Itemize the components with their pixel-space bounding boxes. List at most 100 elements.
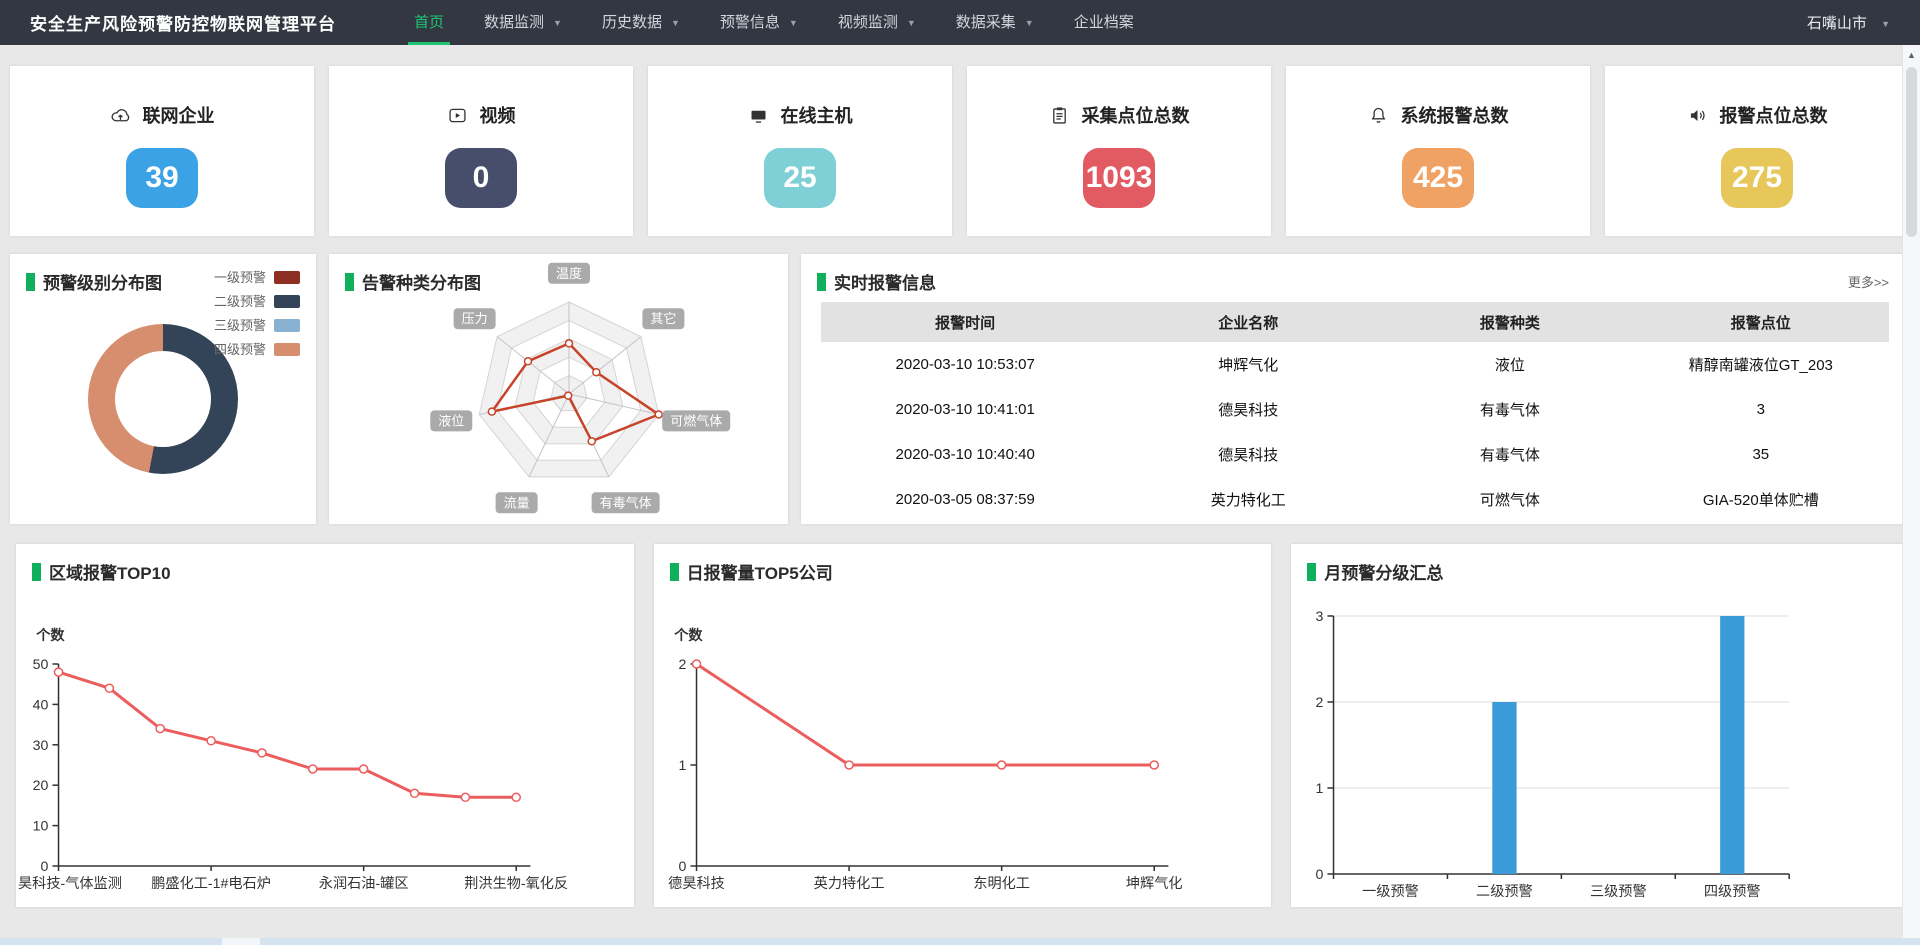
scroll-up-arrow-icon[interactable]: ▲ bbox=[1903, 45, 1920, 60]
radar-axis-label: 可燃气体 bbox=[662, 410, 730, 431]
nav-item-5[interactable]: 视频监测▼ bbox=[818, 0, 936, 45]
svg-text:50: 50 bbox=[33, 656, 49, 672]
svg-text:有毒气体: 有毒气体 bbox=[600, 495, 652, 510]
nav-item-6[interactable]: 数据采集▼ bbox=[936, 0, 1054, 45]
svg-text:10: 10 bbox=[33, 818, 49, 834]
svg-text:20: 20 bbox=[33, 777, 49, 793]
region-label: 石嘴山市 bbox=[1807, 15, 1867, 32]
nav-item-label: 预警信息 bbox=[720, 14, 780, 31]
stat-card-head: 在线主机 bbox=[648, 102, 952, 128]
region-selector[interactable]: 石嘴山市 ▼ bbox=[1807, 12, 1890, 33]
table-row: 2020-03-05 08:37:59英力特化工可燃气体GIA-520单体贮槽 bbox=[821, 477, 1889, 522]
alarm-type-radar-chart[interactable]: 温度其它可燃气体有毒气体流量液位压力 bbox=[329, 254, 788, 524]
panel-title-text: 预警级别分布图 bbox=[43, 269, 162, 294]
svg-text:0: 0 bbox=[1316, 866, 1324, 882]
stat-card-head: 采集点位总数 bbox=[967, 102, 1271, 128]
nav-item-label: 历史数据 bbox=[602, 14, 662, 31]
legend-item-2[interactable]: 二级预警 bbox=[214, 292, 300, 311]
stat-value-badge: 25 bbox=[764, 148, 836, 208]
table-cell: GIA-520单体贮槽 bbox=[1633, 489, 1889, 510]
panel-title: 预警级别分布图 bbox=[26, 269, 162, 294]
legend-label: 四级预警 bbox=[214, 340, 266, 359]
svg-text:三级预警: 三级预警 bbox=[1590, 883, 1647, 899]
chevron-down-icon: ▼ bbox=[1025, 1, 1034, 46]
legend-label: 三级预警 bbox=[214, 316, 266, 335]
panel-title: 告警种类分布图 bbox=[345, 269, 481, 294]
green-bar-icon bbox=[670, 563, 679, 581]
legend-swatch bbox=[274, 319, 300, 332]
stat-card-label: 采集点位总数 bbox=[1082, 102, 1190, 128]
chevron-down-icon: ▼ bbox=[671, 1, 680, 46]
table-row: 2020-03-10 10:41:01德昊科技有毒气体3 bbox=[821, 387, 1889, 432]
table-cell: 液位 bbox=[1387, 354, 1633, 375]
radar-axis-label: 其它 bbox=[642, 308, 684, 329]
svg-text:0: 0 bbox=[678, 858, 686, 874]
app-title: 安全生产风险预警防控物联网管理平台 bbox=[30, 10, 336, 35]
table-cell: 英力特化工 bbox=[1109, 489, 1387, 510]
stat-card-1: 联网企业39 bbox=[10, 66, 314, 236]
nav-item-label: 首页 bbox=[414, 14, 444, 31]
nav-item-1[interactable]: 首页 bbox=[394, 0, 464, 45]
monitor-icon bbox=[748, 105, 769, 126]
bell-icon bbox=[1368, 105, 1389, 126]
nav-item-2[interactable]: 数据监测▼ bbox=[464, 0, 582, 45]
stat-card-head: 系统报警总数 bbox=[1286, 102, 1590, 128]
nav-item-3[interactable]: 历史数据 ▼ bbox=[582, 0, 700, 45]
panel-title-text: 实时报警信息 bbox=[834, 269, 936, 294]
nav-item-4[interactable]: 预警信息▼ bbox=[700, 0, 818, 45]
charts-row-top: 预警级别分布图 一级预警二级预警三级预警四级预警 告警种类分布图 温度其它可燃气… bbox=[10, 254, 1909, 524]
horizontal-scrollbar-thumb[interactable] bbox=[222, 938, 260, 945]
stat-card-6: 报警点位总数275 bbox=[1605, 66, 1909, 236]
green-bar-icon bbox=[345, 273, 354, 291]
panel-warning-level-distribution: 预警级别分布图 一级预警二级预警三级预警四级预警 bbox=[10, 254, 316, 524]
table-cell: 坤辉气化 bbox=[1109, 354, 1387, 375]
stat-card-label: 联网企业 bbox=[143, 102, 215, 128]
speaker-icon bbox=[1687, 105, 1708, 126]
table-header-cell: 报警点位 bbox=[1633, 312, 1889, 333]
legend-item-1[interactable]: 一级预警 bbox=[214, 268, 300, 287]
panel-daily-alarm-top5: 日报警量TOP5公司 个数012德昊科技英力特化工东明化工坤辉气化 bbox=[654, 544, 1272, 907]
stat-card-label: 在线主机 bbox=[781, 102, 853, 128]
svg-text:流量: 流量 bbox=[504, 495, 530, 510]
green-bar-icon bbox=[26, 273, 35, 291]
legend-item-3[interactable]: 三级预警 bbox=[214, 316, 300, 335]
table-cell: 2020-03-10 10:41:01 bbox=[821, 401, 1109, 418]
svg-text:个数: 个数 bbox=[673, 627, 703, 643]
svg-text:永润石油-罐区: 永润石油-罐区 bbox=[319, 875, 409, 891]
nav-item-7[interactable]: 企业档案 bbox=[1054, 0, 1154, 45]
svg-text:其它: 其它 bbox=[650, 311, 676, 326]
daily-alarm-top5-chart[interactable]: 个数012德昊科技英力特化工东明化工坤辉气化 bbox=[654, 592, 1272, 907]
stat-cards-row: 联网企业39视频0在线主机25采集点位总数1093系统报警总数425报警点位总数… bbox=[10, 66, 1909, 236]
stat-card-5: 系统报警总数425 bbox=[1286, 66, 1590, 236]
svg-text:2: 2 bbox=[1316, 694, 1324, 710]
panel-title: 月预警分级汇总 bbox=[1307, 559, 1443, 584]
vertical-scrollbar[interactable]: ▲ bbox=[1902, 45, 1920, 938]
svg-text:液位: 液位 bbox=[438, 413, 464, 428]
svg-text:2: 2 bbox=[678, 656, 686, 672]
table-cell: 德昊科技 bbox=[1109, 399, 1387, 420]
stat-card-3: 在线主机 25 bbox=[648, 66, 952, 236]
radar-axis-label: 有毒气体 bbox=[592, 492, 660, 513]
table-cell: 有毒气体 bbox=[1387, 399, 1633, 420]
panel-title-text: 区域报警TOP10 bbox=[49, 559, 171, 584]
charts-row-bottom: 区域报警TOP10 个数01020304050昊科技-气体监测鹏盛化工-1#电石… bbox=[16, 544, 1909, 907]
svg-text:可燃气体: 可燃气体 bbox=[670, 413, 722, 428]
svg-text:1: 1 bbox=[678, 757, 686, 773]
svg-text:荆洪生物-氧化反: 荆洪生物-氧化反 bbox=[464, 875, 568, 891]
table-cell: 有毒气体 bbox=[1387, 444, 1633, 465]
cloud-upload-icon bbox=[110, 105, 131, 126]
alarm-table-header: 报警时间企业名称报警种类报警点位 bbox=[821, 302, 1889, 342]
horizontal-scrollbar[interactable] bbox=[0, 938, 1920, 945]
green-bar-icon bbox=[32, 563, 41, 581]
svg-text:1: 1 bbox=[1316, 780, 1324, 796]
more-link[interactable]: 更多>> bbox=[1848, 272, 1889, 291]
vertical-scrollbar-thumb[interactable] bbox=[1906, 67, 1917, 237]
panel-title-text: 月预警分级汇总 bbox=[1324, 559, 1443, 584]
svg-text:二级预警: 二级预警 bbox=[1476, 883, 1533, 899]
monthly-warning-bar-chart[interactable]: 0123一级预警二级预警三级预警四级预警 bbox=[1291, 592, 1909, 907]
radar-axis-label: 温度 bbox=[548, 263, 590, 284]
table-row: 2020-03-10 10:53:07坤辉气化液位精醇南罐液位GT_203 bbox=[821, 342, 1889, 387]
region-alarm-top10-chart[interactable]: 个数01020304050昊科技-气体监测鹏盛化工-1#电石炉永润石油-罐区荆洪… bbox=[16, 592, 634, 907]
table-cell: 35 bbox=[1633, 446, 1889, 463]
legend-item-4[interactable]: 四级预警 bbox=[214, 340, 300, 359]
